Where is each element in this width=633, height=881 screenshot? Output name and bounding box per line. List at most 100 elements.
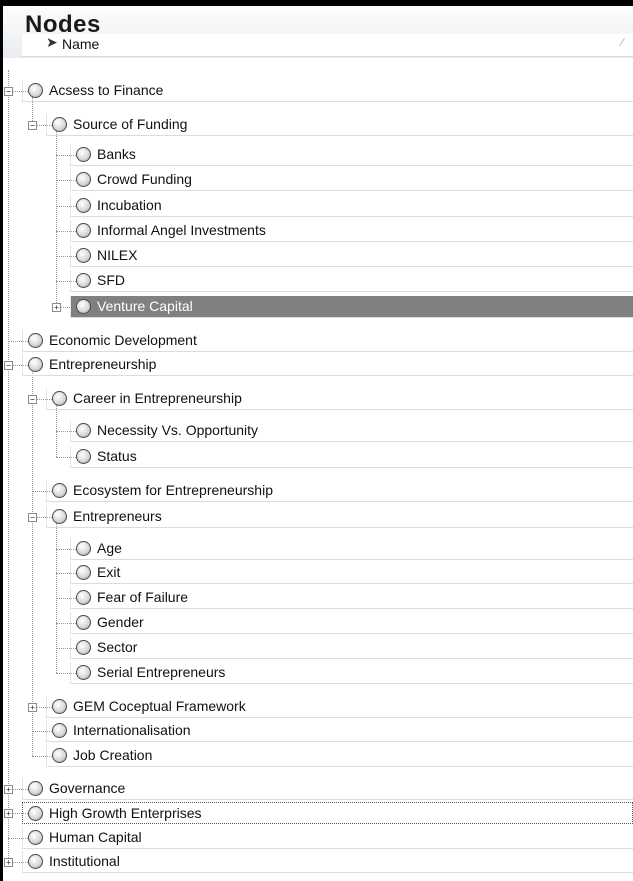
node-label: Necessity Vs. Opportunity: [97, 422, 259, 438]
node-icon: [76, 223, 91, 238]
node-label: Crowd Funding: [97, 171, 192, 187]
node-icon: [76, 273, 91, 288]
node-label: NILEX: [97, 247, 138, 263]
node-label: Ecosystem for Entrepreneurship: [73, 482, 273, 498]
node-icon: [52, 723, 67, 738]
node-label: Status: [97, 448, 137, 464]
tree-node-human-capital[interactable]: Human Capital: [22, 827, 633, 849]
tree-node-venture-capital[interactable]: Venture Capital: [70, 296, 633, 318]
node-icon: [52, 391, 67, 406]
expand-icon[interactable]: +: [4, 858, 13, 867]
node-label: Incubation: [97, 197, 162, 213]
tree-guide-line: [32, 371, 33, 756]
tree-node-sfd[interactable]: SFD: [70, 270, 633, 292]
tree-node-gem-coceptual-framework[interactable]: GEM Coceptual Framework: [46, 696, 633, 718]
tree-node-gender[interactable]: Gender: [70, 612, 633, 634]
tree-node-crowd-funding[interactable]: Crowd Funding: [70, 169, 633, 191]
pin-icon[interactable]: ➤: [46, 35, 58, 51]
node-label: Gender: [97, 614, 144, 630]
collapse-icon[interactable]: −: [28, 513, 37, 522]
node-icon: [76, 640, 91, 655]
tree-node-career-in-entrepreneurship[interactable]: Career in Entrepreneurship: [46, 388, 633, 410]
node-label: Economic Development: [49, 332, 197, 348]
collapse-icon[interactable]: −: [4, 87, 13, 96]
node-label: Banks: [97, 146, 136, 162]
node-icon: [52, 483, 67, 498]
node-label: SFD: [97, 272, 125, 288]
node-label: Internationalisation: [73, 722, 191, 738]
node-icon: [28, 333, 43, 348]
tree-root-guide-line: [8, 70, 9, 862]
node-label: Governance: [49, 780, 126, 796]
window-left-border: [0, 0, 3, 881]
node-label: Entrepreneurs: [73, 508, 162, 524]
tree-node-internationalisation[interactable]: Internationalisation: [46, 720, 633, 742]
tree-node-sector[interactable]: Sector: [70, 637, 633, 659]
tree-node-incubation[interactable]: Incubation: [70, 195, 633, 217]
sort-indicator-icon[interactable]: ⁄: [621, 36, 623, 49]
expand-icon[interactable]: +: [28, 703, 37, 712]
node-icon: [76, 615, 91, 630]
tree-node-age[interactable]: Age: [70, 538, 633, 560]
node-icon: [76, 299, 91, 314]
tree-node-ecosystem-for-entrepreneurship[interactable]: Ecosystem for Entrepreneurship: [46, 480, 633, 502]
node-label: Career in Entrepreneurship: [73, 390, 242, 406]
tree-node-source-of-funding[interactable]: Source of Funding: [46, 114, 633, 136]
node-icon: [76, 198, 91, 213]
node-label: Source of Funding: [73, 116, 188, 132]
tree-node-entrepreneurs[interactable]: Entrepreneurs: [46, 506, 633, 528]
node-icon: [28, 357, 43, 372]
tree-node-necessity-vs-opportunity[interactable]: Necessity Vs. Opportunity: [70, 420, 633, 442]
tree-node-serial-entrepreneurs[interactable]: Serial Entrepreneurs: [70, 662, 633, 684]
tree-node-informal-angel-investments[interactable]: Informal Angel Investments: [70, 220, 633, 242]
node-icon: [52, 509, 67, 524]
tree-node-economic-development[interactable]: Economic Development: [22, 330, 633, 352]
node-label: Acsess to Finance: [49, 82, 164, 98]
node-icon: [76, 172, 91, 187]
node-icon: [28, 830, 43, 845]
tree-node-nilex[interactable]: NILEX: [70, 245, 633, 267]
tree-node-high-growth-enterprises[interactable]: High Growth Enterprises: [22, 802, 633, 824]
tree-node-fear-of-failure[interactable]: Fear of Failure: [70, 587, 633, 609]
node-label: Informal Angel Investments: [97, 222, 266, 238]
tree-node-institutional[interactable]: Institutional: [22, 851, 633, 873]
node-icon: [52, 699, 67, 714]
node-label: Sector: [97, 639, 138, 655]
node-label: Age: [97, 540, 122, 556]
node-icon: [52, 117, 67, 132]
tree-node-job-creation[interactable]: Job Creation: [46, 745, 633, 767]
node-icon: [76, 449, 91, 464]
tree-node-entrepreneurship[interactable]: Entrepreneurship: [22, 354, 633, 376]
node-icon: [28, 806, 43, 821]
tree-node-status[interactable]: Status: [70, 446, 633, 468]
expand-icon[interactable]: +: [4, 809, 13, 818]
tree-node-exit[interactable]: Exit: [70, 562, 633, 584]
collapse-icon[interactable]: −: [28, 395, 37, 404]
expand-icon[interactable]: +: [4, 785, 13, 794]
node-label: Serial Entrepreneurs: [97, 664, 226, 680]
node-icon: [76, 248, 91, 263]
collapse-icon[interactable]: −: [28, 121, 37, 130]
node-label: Entrepreneurship: [49, 356, 157, 372]
node-label: Fear of Failure: [97, 589, 189, 605]
node-label: Human Capital: [49, 829, 142, 845]
node-icon: [76, 147, 91, 162]
node-label: Venture Capital: [97, 298, 193, 314]
node-icon: [76, 590, 91, 605]
tree-node-banks[interactable]: Banks: [70, 144, 633, 166]
node-icon: [76, 565, 91, 580]
node-label: Exit: [97, 564, 121, 580]
tree-node-governance[interactable]: Governance: [22, 778, 633, 800]
node-icon: [28, 781, 43, 796]
name-column-header[interactable]: ➤ Name ⁄: [22, 34, 633, 57]
node-icon: [52, 748, 67, 763]
node-icon: [76, 665, 91, 680]
node-icon: [76, 423, 91, 438]
tree-node-acsess-to-finance[interactable]: Acsess to Finance: [22, 80, 633, 102]
node-label: High Growth Enterprises: [49, 805, 202, 821]
collapse-icon[interactable]: −: [4, 361, 13, 370]
expand-icon[interactable]: +: [52, 303, 61, 312]
node-label: GEM Coceptual Framework: [73, 698, 246, 714]
node-icon: [28, 83, 43, 98]
name-column-label: Name: [62, 36, 100, 52]
